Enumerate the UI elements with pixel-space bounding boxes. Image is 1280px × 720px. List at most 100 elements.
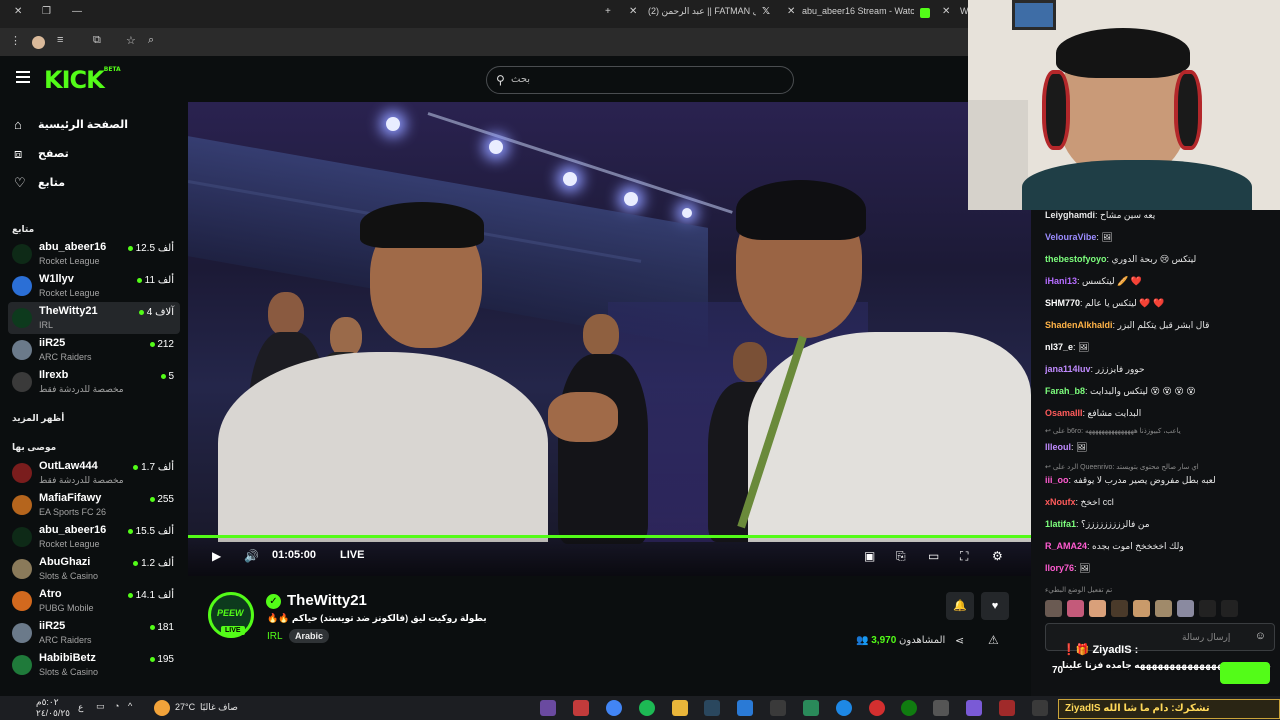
sidebar-channel-w1llyv[interactable]: W1llyv Rocket League 11 ألف <box>8 270 180 302</box>
app-icon[interactable] <box>540 700 556 716</box>
chat-username[interactable]: SHM770 <box>1045 298 1080 308</box>
chat-username[interactable]: nl37_e <box>1045 342 1073 352</box>
report-icon[interactable]: ⚠ <box>988 633 999 647</box>
sidebar-channel-iir25[interactable]: iiR25 ARC Raiders 181 <box>8 617 180 649</box>
restore-window-icon[interactable]: ❐ <box>42 6 51 17</box>
channel-avatar <box>12 591 32 611</box>
spotify-icon[interactable] <box>639 700 655 716</box>
chat-username[interactable]: iii_oo <box>1045 475 1069 485</box>
app-icon[interactable] <box>869 700 885 716</box>
emote-icon[interactable] <box>1089 600 1106 617</box>
emote-icon[interactable] <box>1177 600 1194 617</box>
sound-icon[interactable]: ◔ <box>114 701 119 711</box>
sidebar-channel-thewitty21[interactable]: TheWitty21 IRL 4 آلاف <box>8 302 180 334</box>
zoom-icon[interactable]: ⌕ <box>148 34 154 47</box>
emote-icon[interactable] <box>1133 600 1150 617</box>
nav-following[interactable]: ♡ متابع <box>12 172 182 196</box>
tab-close-icon[interactable]: ✕ <box>629 6 637 17</box>
video-player[interactable]: ▶ 🔊 01:05:00 LIVE ▣ ⎘ ▭ ⛶ ⚙ <box>188 102 1031 576</box>
copilot-icon[interactable] <box>966 700 982 716</box>
app-icon[interactable] <box>573 700 589 716</box>
chat-username[interactable]: thebestofyoyo <box>1045 254 1107 264</box>
store-icon[interactable] <box>770 700 786 716</box>
miniplayer-icon[interactable]: ▣ <box>864 549 875 563</box>
nav-home[interactable]: ⌂ الصفحة الرئيسية <box>12 114 182 138</box>
show-more-link[interactable]: أظهر المزيد <box>12 413 64 424</box>
new-tab-button[interactable]: + <box>605 6 611 17</box>
emoji-picker-icon[interactable]: ☺ <box>1255 630 1266 642</box>
chat-username[interactable]: ShadenAlkhaldi <box>1045 320 1113 330</box>
sidebar-channel-iir25[interactable]: iiR25 ARC Raiders 212 <box>8 334 180 366</box>
tray-arrow-icon[interactable]: ^ <box>128 701 132 711</box>
chat-message: iHani13: ليتكسس 🥖 ❤️ <box>1045 276 1273 287</box>
search-input[interactable]: ⚲ بحث <box>486 66 794 94</box>
emote-icon[interactable] <box>1045 600 1062 617</box>
extensions-icon[interactable]: ⧉ <box>93 34 101 47</box>
tab-fatman[interactable]: (2) عبد الرحمن || FATMAN على <box>648 6 756 17</box>
profile-avatar[interactable] <box>32 36 45 49</box>
tab-close-icon[interactable]: ✕ <box>787 6 795 17</box>
network-icon[interactable]: ▭ <box>96 701 105 712</box>
play-icon[interactable]: ▶ <box>212 549 221 563</box>
stream-language-tag[interactable]: Arabic <box>289 629 330 643</box>
minimize-window-icon[interactable]: — <box>72 6 82 17</box>
chat-username[interactable]: xNoufx <box>1045 497 1076 507</box>
sidebar-channel-abughazi[interactable]: AbuGhazi Slots & Casino 1.2 ألف <box>8 553 180 585</box>
clip-icon[interactable]: ⎘ <box>896 549 906 564</box>
app-icon[interactable] <box>803 700 819 716</box>
tab-close-icon[interactable]: ✕ <box>942 6 950 17</box>
chat-username[interactable]: VelouraVibe <box>1045 232 1096 242</box>
kick-logo[interactable]: KICKBETA <box>44 66 121 94</box>
sidebar-channel-mafiafifawy[interactable]: MafiaFifawy EA Sports FC 26 255 <box>8 489 180 521</box>
sidebar-channel-abu_abeer16[interactable]: abu_abeer16 Rocket League 15.5 ألف <box>8 521 180 553</box>
emote-icon[interactable] <box>1111 600 1128 617</box>
app-icon[interactable] <box>1032 700 1048 716</box>
fullscreen-icon[interactable]: ⛶ <box>960 549 968 564</box>
emote-icon[interactable] <box>1067 600 1084 617</box>
chat-send-button[interactable] <box>1220 662 1270 684</box>
live-indicator[interactable]: LIVE <box>340 549 364 561</box>
chat-text: البدايت مشافع <box>1087 408 1142 418</box>
sidebar-channel-outlaw444[interactable]: OutLaw444 مخصصة للدردشة فقط 1.7 ألف <box>8 457 180 489</box>
chat-username[interactable]: llory76 <box>1045 563 1074 573</box>
tab-abu-abeer16[interactable]: abu_abeer16 Stream - Watch L <box>802 6 914 16</box>
chat-username[interactable]: llleoul <box>1045 442 1071 452</box>
close-window-icon[interactable]: ✕ <box>14 6 22 17</box>
sidebar-channel-habibibetz[interactable]: HabibiBetz Slots & Casino 195 <box>8 649 180 681</box>
xbox-icon[interactable] <box>901 700 917 716</box>
chat-username[interactable]: Leiyghamdi <box>1045 210 1095 220</box>
share-icon[interactable]: ⋖ <box>955 634 964 647</box>
emote-icon[interactable] <box>1221 600 1238 617</box>
edge-icon[interactable] <box>836 700 852 716</box>
chrome-icon[interactable] <box>606 700 622 716</box>
sidebar-channel-atro[interactable]: Atro PUBG Mobile 14.1 ألف <box>8 585 180 617</box>
app-icon[interactable] <box>999 700 1015 716</box>
input-language[interactable]: ع <box>78 702 83 713</box>
chat-username[interactable]: Farah_b8 <box>1045 386 1085 396</box>
chat-username[interactable]: R_AMA24 <box>1045 541 1087 551</box>
volume-icon[interactable]: 🔊 <box>244 549 259 563</box>
emote-icon[interactable] <box>1199 600 1216 617</box>
chat-username[interactable]: 1latifa1 <box>1045 519 1076 529</box>
notification-bell-button[interactable]: 🔔 <box>946 592 974 620</box>
file-explorer-icon[interactable] <box>672 700 688 716</box>
steam-icon[interactable] <box>704 700 720 716</box>
follow-heart-button[interactable]: ♥ <box>981 592 1009 620</box>
theater-mode-icon[interactable]: ▭ <box>928 549 939 563</box>
chat-username[interactable]: iHani13 <box>1045 276 1077 286</box>
bookmark-star-icon[interactable]: ☆ <box>126 34 136 47</box>
chat-username[interactable]: jana114luv <box>1045 364 1091 374</box>
nav-browse[interactable]: ⧈ تصفح <box>12 143 182 167</box>
streamer-name[interactable]: TheWitty21 <box>287 592 367 609</box>
app-icon[interactable] <box>933 700 949 716</box>
reading-list-icon[interactable]: ≡ <box>57 34 63 46</box>
sidebar-channel-ilrexb[interactable]: Ilrexb مخصصة للدردشة فقط 5 <box>8 366 180 398</box>
chat-username[interactable]: OsamaIII <box>1045 408 1083 418</box>
stream-category[interactable]: IRL <box>267 631 283 642</box>
hamburger-menu-icon[interactable] <box>16 71 30 83</box>
sidebar-channel-abu_abeer16[interactable]: abu_abeer16 Rocket League 12.5 ألف <box>8 238 180 270</box>
emote-icon[interactable] <box>1155 600 1172 617</box>
settings-gear-icon[interactable]: ⚙ <box>992 549 1003 563</box>
menu-dots-icon[interactable]: ⋮ <box>10 34 21 47</box>
app-icon[interactable] <box>737 700 753 716</box>
